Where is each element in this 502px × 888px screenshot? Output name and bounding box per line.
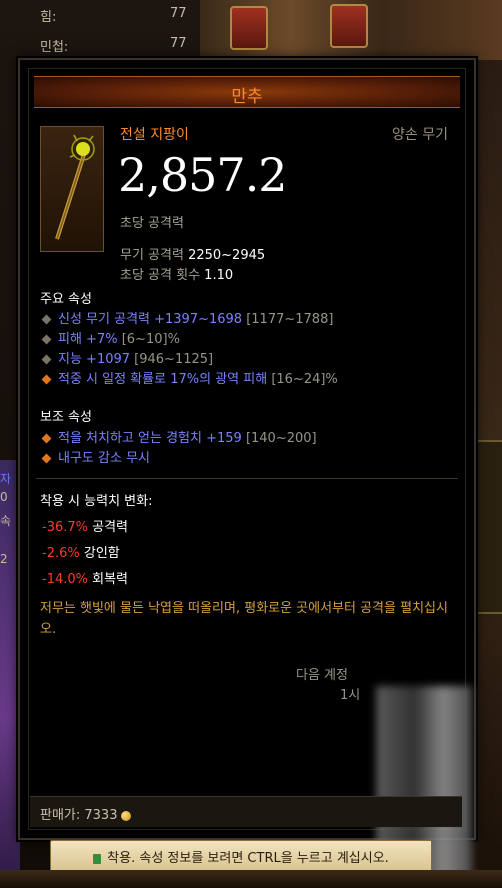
item-name: 만추: [231, 87, 263, 107]
bottom-strip: [0, 870, 502, 888]
weapon-damage-value: 2250~2945: [188, 248, 266, 263]
primary-prop: 신성 무기 공격력 +1397~1698 [1177~1788]: [40, 308, 334, 327]
account-bound-text: 다음 계정: [296, 668, 348, 683]
equipment-slot-icon[interactable]: [230, 6, 268, 50]
weapon-damage-label: 무기 공격력: [120, 248, 184, 263]
primary-prop: 적중 시 일정 확률로 17%의 광역 피해 [16~24]%: [40, 368, 338, 387]
price-bar: 판매가: 7333: [30, 796, 462, 827]
stat-change-name: 공격력: [92, 520, 129, 535]
attack-speed-label: 초당 공격 횟수: [120, 268, 201, 283]
left-fragment: 0: [0, 490, 8, 504]
hint-bar: 착용. 속성 정보를 보려면 CTRL을 누르고 계십시오.: [50, 840, 432, 872]
stat-label: 민첩:: [40, 40, 69, 55]
dps-label: 초당 공격력: [120, 216, 184, 231]
diamond-bullet-icon: [41, 433, 52, 443]
item-tooltip: 만추 전설 지팡이 양손 무기 2,857.2 초당 공격력 무기 공격력 22…: [18, 58, 476, 886]
attack-speed-value: 1.10: [204, 268, 234, 283]
prop-range: [16~24]%: [271, 372, 338, 387]
prop-range: [6~10]%: [121, 332, 180, 347]
stat-change-value: -36.7%: [42, 520, 88, 535]
prop-text: 지능 +1097: [58, 352, 131, 367]
prop-text: 신성 무기 공격력 +1397~1698: [58, 312, 243, 327]
prop-text: 피해 +7%: [58, 332, 118, 347]
left-fragment: 자: [0, 472, 12, 486]
sell-price: 판매가: 7333: [40, 804, 132, 823]
controller-icon: [93, 853, 102, 864]
left-fragment: 속: [0, 514, 12, 528]
primary-prop: 지능 +1097 [946~1125]: [40, 348, 214, 367]
prop-text: 적을 처치하고 얻는 경험치 +159: [58, 431, 242, 446]
item-type: 전설 지팡이: [120, 127, 189, 143]
secondary-prop: 적을 처치하고 얻는 경험치 +159 [140~200]: [40, 427, 317, 446]
stat-row-dexterity: 민첩: 77: [0, 30, 200, 58]
left-fragment: 2: [0, 552, 8, 566]
stat-change-name: 회복력: [92, 572, 129, 587]
prop-range: [946~1125]: [134, 352, 214, 367]
stat-change: -36.7% 공격력: [42, 516, 128, 535]
equip-change-title: 착용 시 능력치 변화:: [40, 494, 153, 509]
hint-label: 착용. 속성 정보를 보려면 CTRL을 누르고 계십시오.: [107, 851, 389, 866]
diamond-bullet-icon: [41, 354, 52, 364]
weapon-damage: 무기 공격력 2250~2945: [120, 244, 265, 263]
time-remaining-text: 1시: [340, 688, 361, 703]
item-image-frame: [40, 126, 104, 252]
item-slot: 양손 무기: [392, 127, 448, 143]
prop-range: [140~200]: [245, 431, 317, 446]
primary-prop: 피해 +7% [6~10]%: [40, 328, 180, 347]
secondary-prop: 내구도 감소 무시: [40, 447, 150, 466]
staff-icon: [55, 134, 95, 240]
divider: [36, 478, 458, 479]
gold-coin-icon: [121, 810, 132, 821]
prop-text: 내구도 감소 무시: [58, 451, 150, 466]
stat-change-name: 강인함: [83, 546, 120, 561]
stat-row-strength: 힘: 77: [0, 0, 200, 28]
attack-speed: 초당 공격 횟수 1.10: [120, 264, 233, 283]
stat-change: -14.0% 회복력: [42, 568, 128, 587]
prop-range: [1177~1788]: [246, 312, 334, 327]
prop-text: 적중 시 일정 확률로 17%의 광역 피해: [58, 372, 268, 387]
diamond-bullet-icon: [41, 453, 52, 463]
secondary-title: 보조 속성: [40, 410, 92, 425]
tooltip-header: 만추: [34, 76, 460, 108]
hint-text: 착용. 속성 정보를 보려면 CTRL을 누르고 계십시오.: [51, 847, 431, 866]
stat-value: 77: [170, 36, 187, 51]
stat-change-value: -14.0%: [42, 572, 88, 587]
stat-value: 77: [170, 6, 187, 21]
stat-label: 힘:: [40, 10, 57, 25]
stat-change-value: -2.6%: [42, 546, 80, 561]
diamond-bullet-icon: [41, 374, 52, 384]
equipment-slot-icon[interactable]: [330, 4, 368, 48]
diamond-bullet-icon: [41, 334, 52, 344]
flavor-text: 저무는 햇빛에 물든 낙엽을 떠올리며, 평화로운 곳에서부터 공격을 펼치십시…: [40, 601, 448, 637]
dps-value: 2,857.2: [118, 148, 288, 202]
stat-change: -2.6% 강인함: [42, 542, 120, 561]
primary-title: 주요 속성: [40, 292, 92, 307]
diamond-bullet-icon: [41, 314, 52, 324]
sell-price-text: 판매가: 7333: [40, 808, 118, 823]
